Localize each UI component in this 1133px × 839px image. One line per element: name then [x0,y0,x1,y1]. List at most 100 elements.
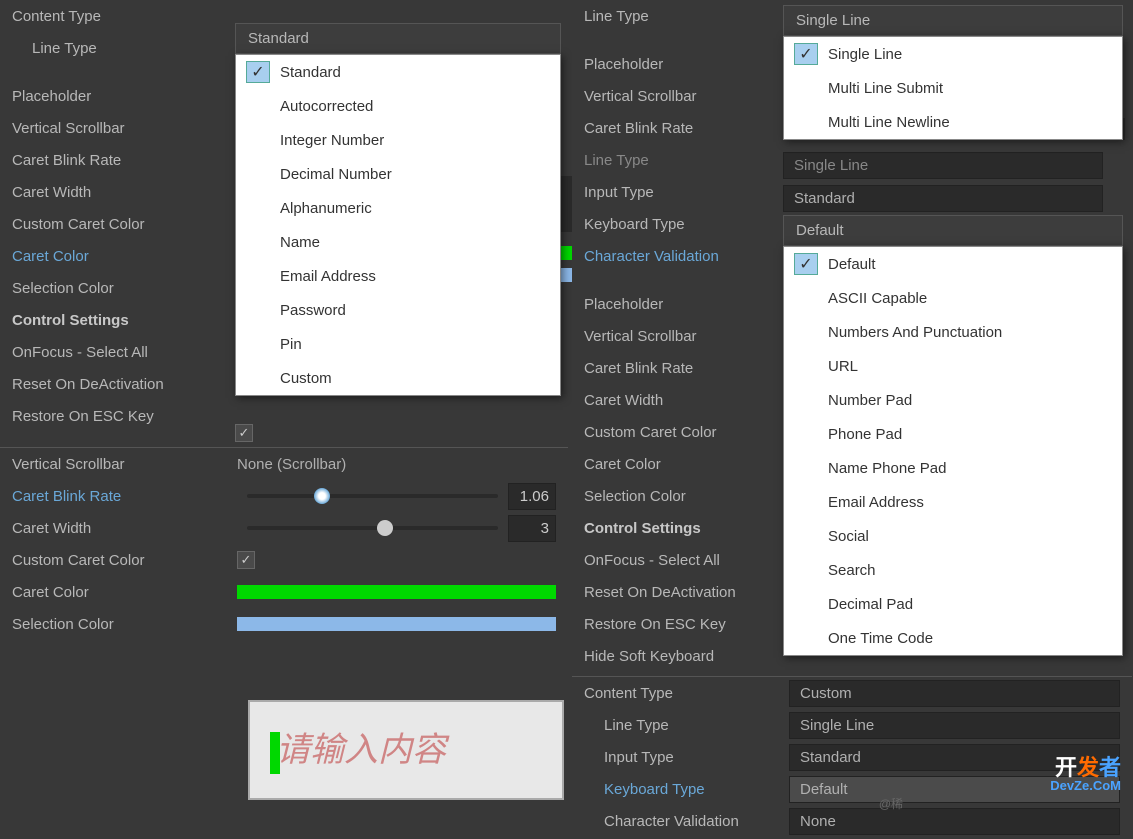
check-icon: ✓ [794,43,818,65]
watermark: @稀 [879,795,903,812]
dropdown-option-label: Autocorrected [280,98,373,115]
dropdown-option[interactable]: Integer Number [236,123,560,157]
dropdown-option-label: Numbers And Punctuation [828,324,1002,341]
dropdown-option[interactable]: ✓Standard [236,55,560,89]
dropdown-option[interactable]: Numbers And Punctuation [784,315,1122,349]
value-caret-blink[interactable]: 1.06 [508,483,556,510]
color-selection[interactable] [237,617,556,631]
dropdown-option-label: Email Address [828,494,924,511]
p4-content-type: Content Type [584,685,789,702]
dropdown-option[interactable]: Number Pad [784,383,1122,417]
dropdown-option[interactable]: Multi Line Newline [784,105,1122,139]
dropdown-option-label: One Time Code [828,630,933,647]
dropdown-content-type-list[interactable]: ✓Standard Autocorrected Integer Number Deci… [235,54,561,396]
dropdown-option-label: URL [828,358,858,375]
dropdown-option-label: ASCII Capable [828,290,927,307]
dropdown-line-type-header[interactable]: Single Line [783,5,1123,36]
dropdown-option-label: Email Address [280,268,376,285]
input-preview[interactable]: 请输入内容 [248,700,564,800]
label3-vscroll2: Vertical Scrollbar [584,328,770,345]
label3-caret-width: Caret Width [584,392,770,409]
dropdown-option[interactable]: Decimal Pad [784,587,1122,621]
dropdown-keyboard-header[interactable]: Default [783,215,1123,246]
label3-keyboard-type: Keyboard Type [584,216,770,233]
checkbox-custom-caret[interactable]: ✓ [237,551,255,569]
dropdown-option-label: Default [828,256,876,273]
value-caret-width[interactable]: 3 [508,515,556,542]
dropdown-option[interactable]: Multi Line Submit [784,71,1122,105]
label-vscroll2: Vertical Scrollbar [12,456,237,473]
dropdown-option[interactable]: Social [784,519,1122,553]
check-icon: ✓ [794,253,818,275]
preview-placeholder: 请输入内容 [276,731,446,769]
color-caret[interactable] [237,585,556,599]
dropdown-option[interactable]: Password [236,293,560,327]
p4-none[interactable]: None [789,808,1120,835]
dropdown-option[interactable]: Autocorrected [236,89,560,123]
p4-input-type: Input Type [584,749,789,766]
dropdown-option-label: Integer Number [280,132,384,149]
label-caret-blink-rate: Caret Blink Rate [12,152,223,169]
dropdown-option[interactable]: Phone Pad [784,417,1122,451]
label-caret-color2: Caret Color [12,584,237,601]
dropdown-option[interactable]: Search [784,553,1122,587]
value-scrollbar-none[interactable]: None (Scrollbar) [237,456,346,473]
check-icon [246,265,270,287]
check-icon [246,299,270,321]
dropdown-option[interactable]: Pin [236,327,560,361]
label3-restore-esc: Restore On ESC Key [584,616,770,633]
dropdown-option[interactable]: One Time Code [784,621,1122,655]
section-control-settings: Control Settings [12,312,223,329]
dropdown-option-label: Search [828,562,876,579]
label-restore-esc: Restore On ESC Key [12,408,223,425]
dropdown-option-label: Multi Line Submit [828,80,943,97]
p4-custom[interactable]: Custom [789,680,1120,707]
value-standard[interactable]: Standard [783,185,1103,212]
label-placeholder: Placeholder [12,88,223,105]
label3-custom-caret: Custom Caret Color [584,424,770,441]
check-icon [794,111,818,133]
dropdown-option[interactable]: Name [236,225,560,259]
check-icon [794,593,818,615]
check-icon [246,367,270,389]
label-content-type: Content Type [12,8,223,25]
site-url: DevZe.CoM [1050,778,1121,793]
label3-line-type: Line Type [584,8,770,25]
dropdown-option[interactable]: Decimal Number [236,157,560,191]
check-icon [794,77,818,99]
dropdown-option[interactable]: ✓Single Line [784,37,1122,71]
dropdown-option-label: Name [280,234,320,251]
label3-placeholder: Placeholder [584,56,770,73]
dropdown-option[interactable]: Email Address [784,485,1122,519]
dropdown-option[interactable]: Email Address [236,259,560,293]
value-single-line-ghost[interactable]: Single Line [783,152,1103,179]
check-icon [794,355,818,377]
dropdown-option[interactable]: ✓ Default [784,247,1122,281]
dropdown-option[interactable]: Name Phone Pad [784,451,1122,485]
slider-caret-blink[interactable] [247,494,498,498]
checkbox-restore-esc[interactable]: ✓ [235,424,253,442]
label-selection-color: Selection Color [12,280,223,297]
check-icon [246,95,270,117]
label3-caret-blink: Caret Blink Rate [584,120,770,137]
dropdown-option[interactable]: Custom [236,361,560,395]
p4-single-line[interactable]: Single Line [789,712,1120,739]
dropdown-option[interactable]: Alphanumeric [236,191,560,225]
dropdown-option[interactable]: ASCII Capable [784,281,1122,315]
label-caret-width2: Caret Width [12,520,237,537]
dropdown-keyboard-list[interactable]: ✓ Default ASCII Capable Numbers And Punctua… [783,246,1123,656]
label3-reset: Reset On DeActivation [584,584,770,601]
dropdown-option[interactable]: URL [784,349,1122,383]
check-icon [794,287,818,309]
dropdown-option-label: Social [828,528,869,545]
check-icon [794,457,818,479]
dropdown-option-label: Password [280,302,346,319]
label-onfocus: OnFocus - Select All [12,344,223,361]
dropdown-line-type-list[interactable]: ✓Single Line Multi Line Submit Multi Line … [783,36,1123,140]
dropdown-content-type-header[interactable]: Standard [235,23,561,54]
slider-caret-width[interactable] [247,526,498,530]
check-icon [794,321,818,343]
label3-selection-color: Selection Color [584,488,770,505]
dropdown-option-label: Name Phone Pad [828,460,946,477]
p4-line-type: Line Type [584,717,789,734]
